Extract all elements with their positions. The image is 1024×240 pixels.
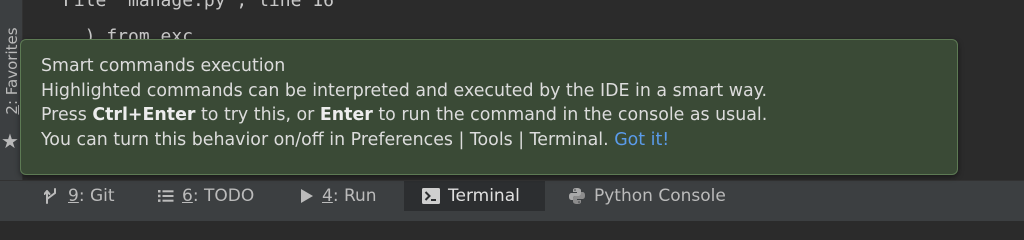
- shortcut-enter: Enter: [319, 105, 373, 126]
- bottom-tool-bar: 9: Git 6: TODO 4: Run Terminal Python Co…: [0, 180, 1024, 221]
- tab-todo[interactable]: 6: TODO: [158, 181, 254, 211]
- tab-git[interactable]: 9: Git: [44, 181, 115, 211]
- tab-terminal[interactable]: Terminal: [404, 181, 545, 211]
- tooltip-title: Smart commands execution: [41, 56, 286, 76]
- tab-git-number: 9: [68, 186, 79, 206]
- tooltip-preferences-hint: You can turn this behavior on/off in Pre…: [41, 128, 957, 153]
- favorites-tool-button[interactable]: 2: Favorites: [3, 21, 21, 121]
- tooltip-text: Press: [41, 105, 93, 126]
- shortcut-ctrl-enter: Ctrl+Enter: [92, 105, 196, 126]
- got-it-link[interactable]: Got it!: [614, 130, 669, 150]
- terminal-icon: [422, 188, 440, 204]
- python-icon: [568, 187, 586, 205]
- tooltip-text: to run the command in the console as usu…: [372, 105, 768, 126]
- play-icon: [300, 188, 314, 204]
- tab-python-console[interactable]: Python Console: [568, 181, 726, 211]
- star-icon: ★: [1, 129, 19, 153]
- smart-commands-tooltip: Smart commands execution Highlighted com…: [20, 39, 958, 175]
- tab-run[interactable]: 4: Run: [300, 181, 377, 211]
- list-icon: [158, 189, 174, 203]
- tab-run-number: 4: [322, 186, 333, 206]
- tooltip-text: to try this, or: [195, 105, 320, 126]
- tooltip-text: You can turn this behavior on/off in Pre…: [41, 129, 615, 150]
- ide-window: File "manage.py", line 16 ) from exc 2: …: [0, 0, 1024, 221]
- favorites-label: : Favorites: [3, 27, 21, 106]
- tab-git-label: : Git: [78, 186, 115, 206]
- tab-run-label: : Run: [332, 186, 377, 206]
- tab-terminal-label: Terminal: [448, 186, 520, 206]
- tooltip-description: Highlighted commands can be interpreted …: [41, 80, 767, 101]
- terminal-line: File "manage.py", line 16: [63, 0, 334, 11]
- tab-todo-number: 6: [182, 186, 193, 206]
- tab-todo-label: : TODO: [192, 186, 255, 206]
- tooltip-shortcut-hint: Press Ctrl+Enter to try this, or Enter t…: [41, 103, 957, 128]
- git-icon: [44, 188, 60, 204]
- tab-python-console-label: Python Console: [594, 186, 726, 206]
- favorites-shortcut-number: 2: [3, 105, 21, 115]
